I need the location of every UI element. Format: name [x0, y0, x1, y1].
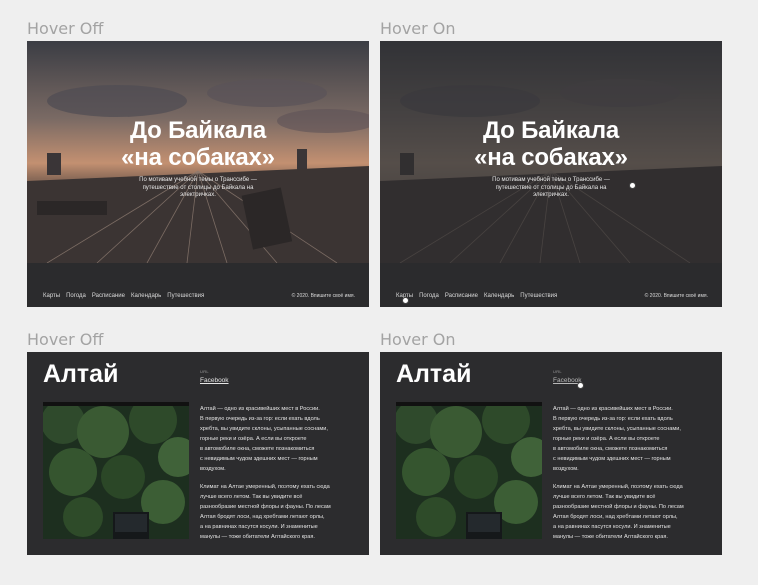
state-label-hover-on-bottom: Hover On [380, 330, 456, 349]
nav-link-weather[interactable]: Погода [419, 293, 439, 299]
section-heading: Алтай [396, 360, 472, 388]
hero-frame-hover-on: До Байкала «на собаках» По мотивам учебн… [380, 41, 722, 307]
hero-title: До Байкала «на собаках» [380, 117, 722, 171]
nav-link-schedule[interactable]: Расписание [92, 293, 125, 299]
hero-title-line-2: «на собаках» [474, 144, 628, 171]
altai-frame-hover-on: Алтай URL Facebook Алтай — одно из краси… [380, 352, 722, 555]
copyright: © 2020. Впишите своё имя. [291, 293, 355, 299]
article-text: Алтай — одно из красивейших мест в Росси… [200, 404, 360, 550]
hero-title-line-1: До Байкала [129, 117, 267, 144]
paragraph: Алтай — одно из красивейших мест в Росси… [200, 406, 328, 472]
state-label-hover-on-top: Hover On [380, 19, 456, 38]
hero-title: До Байкала «на собаках» [27, 117, 369, 171]
hero-title-line-1: До Байкала [482, 117, 620, 144]
hero-footer: Карты Погода Расписание Календарь Путеше… [380, 263, 722, 307]
hero-subtitle: По мотивам учебной темы о Транссибе — пу… [492, 177, 610, 198]
article-text: Алтай — одно из красивейших мест в Росси… [553, 404, 713, 550]
mouse-cursor [578, 383, 583, 388]
hero-title-line-2: «на собаках» [121, 144, 275, 171]
paragraph: Климат на Алтае умеренный, поэтому ехать… [553, 484, 684, 540]
mouse-cursor [630, 183, 635, 188]
copyright: © 2020. Впишите своё имя. [644, 293, 708, 299]
nav-link-travel[interactable]: Путешествия [167, 293, 204, 299]
hero-subtitle: По мотивам учебной темы о Транссибе — пу… [139, 177, 257, 198]
nav-link-weather[interactable]: Погода [66, 293, 86, 299]
section-heading: Алтай [43, 360, 119, 388]
nav-link-maps[interactable]: Карты [43, 293, 60, 299]
footer-nav: Карты Погода Расписание Календарь Путеше… [396, 293, 557, 299]
facebook-link[interactable]: Facebook [200, 377, 229, 384]
footer-nav: Карты Погода Расписание Календарь Путеше… [43, 293, 204, 299]
hero-footer: Карты Погода Расписание Календарь Путеше… [27, 263, 369, 307]
forest-photo [396, 402, 542, 539]
hero-frame-hover-off: До Байкала «на собаках» По мотивам учебн… [27, 41, 369, 307]
state-label-hover-off-top: Hover Off [27, 19, 104, 38]
nav-link-travel[interactable]: Путешествия [520, 293, 557, 299]
url-label: URL [200, 369, 209, 374]
state-label-hover-off-bottom: Hover Off [27, 330, 104, 349]
altai-frame-hover-off: Алтай URL Facebook Алтай — одно из краси… [27, 352, 369, 555]
mouse-cursor [403, 298, 408, 303]
paragraph: Климат на Алтае умеренный, поэтому ехать… [200, 484, 331, 540]
forest-photo [43, 402, 189, 539]
paragraph: Алтай — одно из красивейших мест в Росси… [553, 406, 681, 472]
nav-link-schedule[interactable]: Расписание [445, 293, 478, 299]
url-label: URL [553, 369, 562, 374]
nav-link-calendar[interactable]: Календарь [131, 293, 161, 299]
facebook-link[interactable]: Facebook [553, 377, 582, 384]
nav-link-calendar[interactable]: Календарь [484, 293, 514, 299]
